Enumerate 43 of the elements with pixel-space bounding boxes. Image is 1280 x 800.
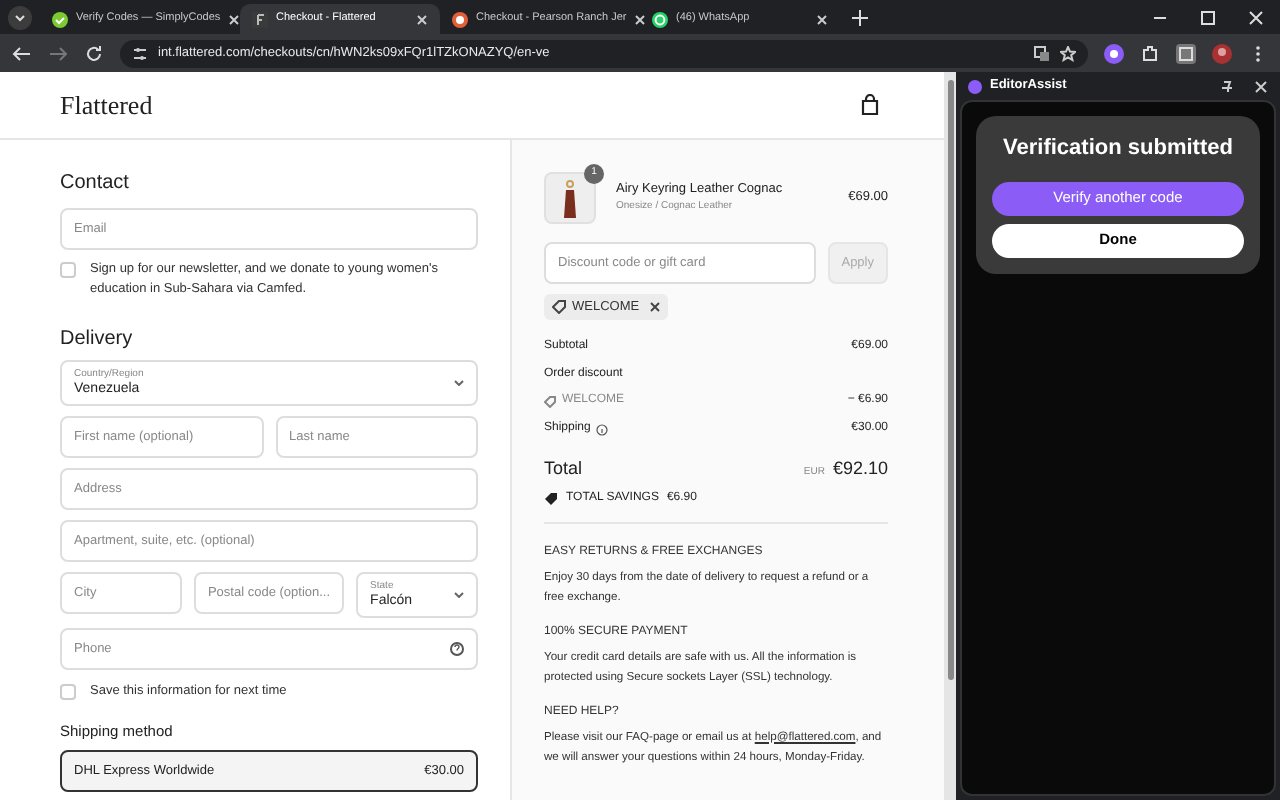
star-icon: [1060, 45, 1076, 61]
tag-icon: [544, 395, 556, 407]
info-icon: [596, 423, 609, 435]
help-icon: [450, 642, 464, 656]
total-value: €92.10: [832, 456, 888, 482]
total-label: Total: [544, 456, 583, 482]
tag-icon: [552, 300, 566, 314]
favicon-icon: [252, 11, 268, 27]
favicon-icon: [52, 11, 68, 27]
remove-icon[interactable]: [649, 302, 660, 312]
close-icon: [228, 13, 241, 25]
reload-icon[interactable]: [84, 43, 104, 63]
close-icon[interactable]: [1248, 9, 1264, 25]
tab-search-icon[interactable]: [8, 5, 32, 29]
savings-tag-icon: [544, 491, 558, 505]
favicon-icon: [452, 11, 468, 27]
favicon-icon: [652, 11, 668, 27]
new-tab-icon[interactable]: [852, 9, 868, 25]
chevron-down-icon: [454, 380, 464, 386]
extension-icon[interactable]: [1104, 43, 1124, 63]
store-logo: Flattered: [60, 87, 153, 124]
scrollbar[interactable]: [944, 72, 956, 800]
checkbox[interactable]: [60, 684, 76, 700]
site-info-icon: [132, 45, 148, 61]
side-panel-icon[interactable]: [1176, 43, 1196, 63]
profile-icon[interactable]: [1212, 43, 1232, 63]
puzzle-icon[interactable]: [1140, 43, 1160, 63]
maximize-icon[interactable]: [1200, 9, 1216, 25]
translate-icon: [1034, 45, 1050, 61]
shopping-bag-icon[interactable]: [860, 94, 880, 116]
close-icon: [416, 13, 428, 25]
close-icon: [816, 13, 828, 25]
chevron-down-icon: [454, 592, 465, 598]
close-icon: [634, 13, 647, 25]
forward-icon[interactable]: [48, 43, 68, 63]
keyring-icon: [562, 180, 578, 220]
section-heading: Contact: [60, 170, 131, 198]
checkbox[interactable]: [60, 262, 76, 278]
app-logo-icon: [968, 79, 982, 93]
card-heading: Verification submitted: [1001, 134, 1235, 164]
section-heading: Delivery: [60, 326, 135, 354]
close-icon[interactable]: [1254, 79, 1268, 93]
back-icon[interactable]: [12, 43, 32, 63]
